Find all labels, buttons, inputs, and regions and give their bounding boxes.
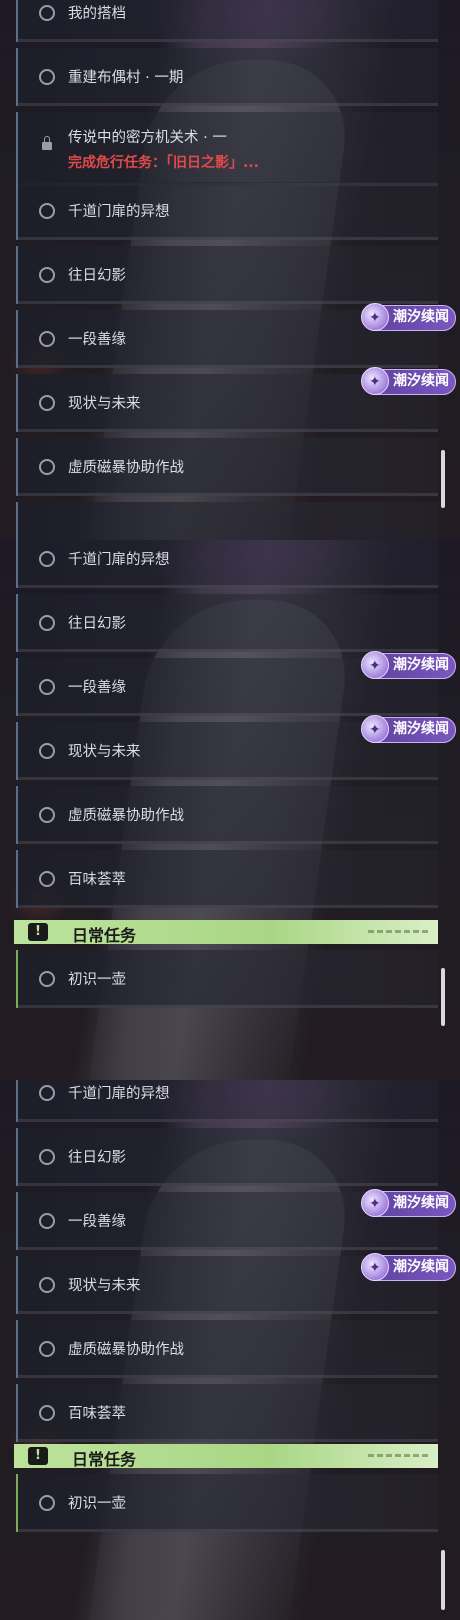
badge-label: 潮汐续闻 bbox=[393, 309, 449, 325]
circle-icon bbox=[39, 395, 55, 411]
quest-title: 往日幻影 bbox=[68, 1150, 126, 1166]
quest-list[interactable]: 千道门扉的异想 往日幻影 一段善缘 现状与未来 虚质磁暴协助作战 百味荟萃 ! … bbox=[0, 1080, 460, 1620]
circle-icon bbox=[39, 1149, 55, 1165]
tide-story-badge: 潮汐续闻 bbox=[361, 715, 456, 743]
quest-list-panel-2: 千道门扉的异想 往日幻影 一段善缘 现状与未来 虚质磁暴协助作战 百味荟萃 ! … bbox=[0, 540, 460, 1080]
quest-title: 传说中的密方机关术 · 一 bbox=[68, 130, 227, 146]
badge-label: 潮汐续闻 bbox=[393, 721, 449, 737]
quest-title: 一段善缘 bbox=[68, 332, 126, 348]
circle-icon bbox=[39, 871, 55, 887]
tide-sparkle-icon bbox=[361, 1189, 389, 1217]
quest-list[interactable]: 千道门扉的异想 往日幻影 一段善缘 现状与未来 虚质磁暴协助作战 百味荟萃 ! … bbox=[0, 540, 460, 1080]
quest-title: 虚质磁暴协助作战 bbox=[68, 460, 184, 476]
unlock-requirement: 完成危行任务：「旧日之影」... bbox=[68, 155, 259, 171]
circle-icon bbox=[39, 267, 55, 283]
header-decoration bbox=[368, 1454, 428, 1457]
circle-icon bbox=[39, 459, 55, 475]
tide-sparkle-icon bbox=[361, 303, 389, 331]
tide-sparkle-icon bbox=[361, 651, 389, 679]
circle-icon bbox=[39, 69, 55, 85]
circle-icon bbox=[39, 1495, 55, 1511]
badge-label: 潮汐续闻 bbox=[393, 1195, 449, 1211]
section-title: 日常任务 bbox=[72, 1450, 137, 1469]
circle-icon bbox=[39, 1405, 55, 1421]
quest-title: 千道门扉的异想 bbox=[68, 204, 170, 220]
quest-row-locked[interactable]: 传说中的密方机关术 · 一 完成危行任务：「旧日之影」... bbox=[16, 112, 438, 186]
quest-row[interactable]: 虚质磁暴协助作战 bbox=[16, 1320, 438, 1378]
tide-story-badge: 潮汐续闻 bbox=[361, 1253, 456, 1281]
quest-title: 百味荟萃 bbox=[68, 1406, 126, 1422]
quest-row[interactable]: 往日幻影 bbox=[16, 1128, 438, 1186]
quest-row[interactable]: 虚质磁暴协助作战 bbox=[16, 438, 438, 496]
quest-list[interactable]: 我的搭档 重建布偶村 · 一期 传说中的密方机关术 · 一 完成危行任务：「旧日… bbox=[0, 0, 460, 540]
circle-icon bbox=[39, 807, 55, 823]
quest-title: 虚质磁暴协助作战 bbox=[68, 1342, 184, 1358]
quest-title: 千道门扉的异想 bbox=[68, 1086, 170, 1102]
quest-row[interactable]: 重建布偶村 · 一期 bbox=[16, 48, 438, 106]
badge-label: 潮汐续闻 bbox=[393, 373, 449, 389]
quest-title: 现状与未来 bbox=[68, 1278, 141, 1294]
quest-title: 一段善缘 bbox=[68, 680, 126, 696]
quest-row[interactable]: 千道门扉的异想 bbox=[16, 1080, 438, 1122]
circle-icon bbox=[39, 971, 55, 987]
circle-icon bbox=[39, 5, 55, 21]
scrollbar-thumb[interactable] bbox=[441, 968, 445, 1026]
circle-icon bbox=[39, 1213, 55, 1229]
scrollbar-thumb[interactable] bbox=[441, 1550, 445, 1610]
circle-icon bbox=[39, 679, 55, 695]
circle-icon bbox=[39, 1085, 55, 1101]
badge-label: 潮汐续闻 bbox=[393, 1259, 449, 1275]
circle-icon bbox=[39, 1341, 55, 1357]
quest-row[interactable] bbox=[16, 502, 438, 540]
quest-row[interactable]: 千道门扉的异想 bbox=[16, 540, 438, 588]
circle-icon bbox=[39, 743, 55, 759]
circle-icon bbox=[39, 615, 55, 631]
badge-label: 潮汐续闻 bbox=[393, 657, 449, 673]
quest-list-panel-3: 千道门扉的异想 往日幻影 一段善缘 现状与未来 虚质磁暴协助作战 百味荟萃 ! … bbox=[0, 1080, 460, 1620]
quest-title: 重建布偶村 · 一期 bbox=[68, 70, 184, 86]
quest-row[interactable]: 虚质磁暴协助作战 bbox=[16, 786, 438, 844]
quest-title: 百味荟萃 bbox=[68, 872, 126, 888]
circle-icon bbox=[39, 331, 55, 347]
quest-title: 往日幻影 bbox=[68, 616, 126, 632]
quest-row[interactable]: 百味荟萃 bbox=[16, 1384, 438, 1442]
quest-title: 现状与未来 bbox=[68, 744, 141, 760]
tide-sparkle-icon bbox=[361, 367, 389, 395]
section-title: 日常任务 bbox=[72, 926, 137, 945]
tide-story-badge: 潮汐续闻 bbox=[361, 367, 456, 395]
tide-story-badge: 潮汐续闻 bbox=[361, 1189, 456, 1217]
daily-quest-row[interactable]: 初识一壶 bbox=[16, 1474, 438, 1532]
scrollbar-thumb[interactable] bbox=[441, 450, 445, 508]
daily-quests-header[interactable]: ! 日常任务 bbox=[14, 1444, 438, 1469]
circle-icon bbox=[39, 551, 55, 567]
quest-row[interactable]: 往日幻影 bbox=[16, 246, 438, 304]
quest-title: 现状与未来 bbox=[68, 396, 141, 412]
daily-quest-row[interactable]: 初识一壶 bbox=[16, 950, 438, 1008]
quest-title: 初识一壶 bbox=[68, 972, 126, 988]
lock-icon bbox=[42, 136, 52, 150]
quest-title: 千道门扉的异想 bbox=[68, 552, 170, 568]
quest-row[interactable]: 往日幻影 bbox=[16, 594, 438, 652]
quest-title: 我的搭档 bbox=[68, 6, 126, 22]
circle-icon bbox=[39, 203, 55, 219]
quest-row[interactable]: 千道门扉的异想 bbox=[16, 182, 438, 240]
quest-row[interactable]: 我的搭档 bbox=[16, 0, 438, 42]
quest-title: 虚质磁暴协助作战 bbox=[68, 808, 184, 824]
quest-title: 初识一壶 bbox=[68, 1496, 126, 1512]
header-decoration bbox=[368, 930, 428, 933]
tide-sparkle-icon bbox=[361, 1253, 389, 1281]
exclamation-icon: ! bbox=[28, 923, 48, 941]
quest-list-panel-1: 我的搭档 重建布偶村 · 一期 传说中的密方机关术 · 一 完成危行任务：「旧日… bbox=[0, 0, 460, 540]
tide-sparkle-icon bbox=[361, 715, 389, 743]
quest-row[interactable]: 百味荟萃 bbox=[16, 850, 438, 908]
tide-story-badge: 潮汐续闻 bbox=[361, 651, 456, 679]
tide-story-badge: 潮汐续闻 bbox=[361, 303, 456, 331]
quest-title: 往日幻影 bbox=[68, 268, 126, 284]
circle-icon bbox=[39, 1277, 55, 1293]
daily-quests-header[interactable]: ! 日常任务 bbox=[14, 920, 438, 945]
quest-title: 一段善缘 bbox=[68, 1214, 126, 1230]
exclamation-icon: ! bbox=[28, 1447, 48, 1465]
